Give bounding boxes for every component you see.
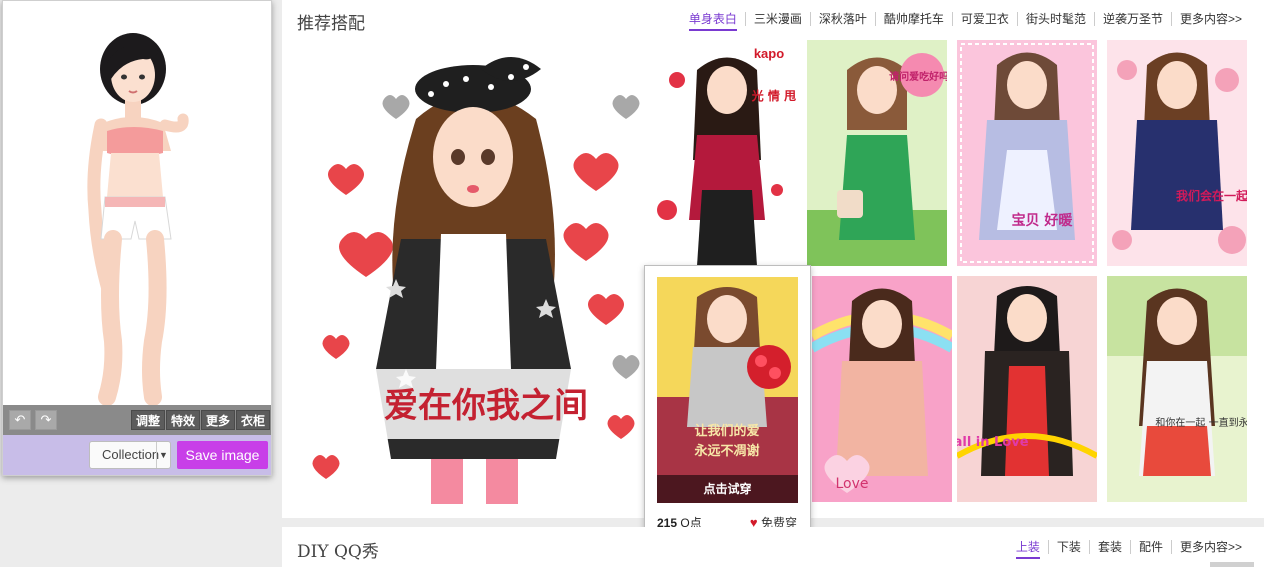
collection-select[interactable]: Collection ▼ [89,441,171,469]
avatar-figure [87,33,189,405]
outfit-thumb-7[interactable]: 和你在一起 一直到永远 [1107,276,1247,502]
tab-street-style[interactable]: 街头时髦范 [1018,12,1095,26]
outfit-thumb-4-illustration: 我们会在一起 [1112,52,1247,254]
feature-caption: 爱在你我之间 [384,386,588,426]
avatar-actions: Collection ▼ Save image [3,435,271,475]
outfit-thumb-6[interactable]: Fall in Love [957,276,1097,502]
avatar-toolbar: ↶ ↷ 调整 特效 更多 衣柜 [3,405,271,435]
undo-button[interactable]: ↶ [9,410,31,430]
thumb-1-caption: 光 情 甩 卖 [751,88,797,103]
tab-sets[interactable]: 套装 [1090,540,1131,554]
tab-cute-hoodie[interactable]: 可爱卫衣 [953,12,1018,26]
popup-outfit-image[interactable]: 让我们的爱 永远不凋谢 点击试穿 [657,277,798,503]
thumb-2-caption: 请问爱吃好吗? [889,70,947,83]
tab-bottoms[interactable]: 下装 [1049,540,1090,554]
outfit-thumb-6-illustration: Fall in Love [957,286,1097,476]
recommend-tabs: 单身表白 三米漫画 深秋落叶 酷帅摩托车 可爱卫衣 街头时髦范 逆袭万圣节 更多… [681,12,1242,31]
thumb-7-caption: 和你在一起 一直到永远 [1155,416,1247,429]
feature-illustration: 爱在你我之间 [312,57,640,504]
outfit-thumb-1[interactable]: kapo 光 情 甩 卖 [657,40,797,266]
outfit-thumb-7-illustration: 和你在一起 一直到永远 [1107,276,1247,476]
avatar-preview [3,1,271,405]
try-on-button[interactable]: 点击试穿 [657,475,798,503]
outfit-thumb-5-illustration: Love [812,288,952,493]
thumb-5-caption: Love [835,476,868,492]
thumb-3-caption: 宝贝 好暖 [1012,212,1074,229]
wardrobe-button[interactable]: 衣柜 [236,410,271,430]
outfit-thumb-3-illustration: 宝贝 好暖 [960,43,1094,263]
scrollbar[interactable] [1210,562,1254,567]
tab-more[interactable]: 更多内容>> [1172,12,1242,26]
tab-diy-more[interactable]: 更多内容>> [1172,540,1242,554]
outfit-popup-card: 让我们的爱 永远不凋谢 点击试穿 215 Q点 ♥ 免费穿 👍 58 👕 详情 [644,265,811,567]
outfit-thumb-1-illustration: kapo 光 情 甩 卖 [657,46,797,266]
outfit-thumb-4[interactable]: 我们会在一起 [1107,40,1247,266]
effects-button[interactable]: 特效 [166,410,201,430]
outfit-thumb-5[interactable]: Love [812,276,952,502]
chevron-down-icon: ▼ [156,442,170,468]
thumb-6-caption: Fall in Love [957,435,1029,450]
collection-select-label: Collection [102,447,160,462]
save-image-button[interactable]: Save image [177,441,268,469]
outfit-thumb-2-illustration: 请问爱吃好吗? [807,53,947,266]
outfit-thumb-2[interactable]: 请问爱吃好吗? [807,40,947,266]
outfit-thumb-3[interactable]: 宝贝 好暖 [957,40,1097,266]
diy-tabs: 上装 下装 套装 配件 更多内容>> [1008,540,1242,559]
tab-accessories[interactable]: 配件 [1131,540,1172,554]
tab-cool-motorbike[interactable]: 酷帅摩托车 [876,12,953,26]
diy-section: DIY QQ秀 上装 下装 套装 配件 更多内容>> [282,527,1264,567]
feature-outfit[interactable]: 爱在你我之间 [306,39,641,504]
popup-outfit-illustration: 让我们的爱 永远不凋谢 [657,287,798,503]
tab-single-confession[interactable]: 单身表白 [681,12,746,31]
tab-tops[interactable]: 上装 [1008,540,1049,559]
popup-image-text-1: 让我们的爱 [694,423,759,439]
tab-halloween[interactable]: 逆袭万圣节 [1095,12,1172,26]
section-title: 推荐搭配 [297,14,365,34]
tab-sanmi-comic[interactable]: 三米漫画 [746,12,811,26]
redo-button[interactable]: ↷ [35,410,57,430]
more-button[interactable]: 更多 [201,410,236,430]
thumb-4-caption: 我们会在一起 [1176,188,1247,203]
diy-title: DIY QQ秀 [297,542,379,562]
thumb-1-logo: kapo [754,46,784,61]
adjust-button[interactable]: 调整 [131,410,166,430]
tab-autumn-leaves[interactable]: 深秋落叶 [811,12,876,26]
popup-image-text-2: 永远不凋谢 [693,443,759,459]
avatar-panel: ↶ ↷ 调整 特效 更多 衣柜 Collection ▼ Save image [2,0,272,476]
